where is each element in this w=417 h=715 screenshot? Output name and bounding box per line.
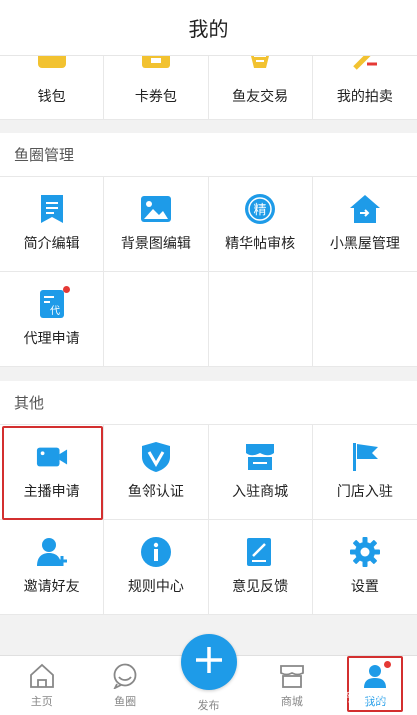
flag-icon	[349, 441, 381, 473]
grid-item-empty	[312, 272, 417, 367]
chat-icon	[111, 662, 139, 690]
house-icon	[349, 193, 381, 225]
grid-item-label: 门店入驻	[336, 483, 393, 499]
tab-label: 发布	[197, 700, 220, 712]
wallet-icon	[36, 56, 68, 74]
grid-item-label: 代理申请	[23, 330, 80, 346]
grid-item-trade[interactable]: 鱼友交易	[208, 56, 313, 120]
streamer-apply-highlight	[2, 426, 103, 520]
grid-item-background-edit[interactable]: 背景图编辑	[104, 177, 209, 272]
essence-icon: 精	[244, 193, 276, 225]
section-circle-management: 鱼圈管理 简介编辑 背景图编辑 精 精华帖审核 小黑屋管理 代 代理申请	[0, 133, 417, 367]
grid-item-feedback[interactable]: 意见反馈	[208, 520, 313, 615]
tab-post[interactable]: 发布	[167, 634, 250, 715]
shop-icon	[278, 662, 306, 690]
grid-item-intro-edit[interactable]: 简介编辑	[0, 177, 105, 272]
grid-item-label: 设置	[350, 578, 379, 594]
tab-label: 商城	[280, 696, 303, 708]
grid-item-agent-apply[interactable]: 代 代理申请	[0, 272, 105, 367]
grid-item-label: 规则中心	[127, 578, 184, 594]
wallet-grid: 钱包 卡券包 鱼友交易 我的拍卖	[0, 56, 417, 120]
grid-item-label: 背景图编辑	[120, 235, 191, 251]
grid-item-empty	[104, 272, 209, 367]
grid-item-label: 我的拍卖	[336, 88, 393, 104]
grid-item-auction[interactable]: 我的拍卖	[312, 56, 417, 120]
grid-item-essence-review[interactable]: 精 精华帖审核	[208, 177, 313, 272]
plus-icon	[194, 645, 224, 680]
info-icon	[140, 536, 172, 568]
grid-item-label: 入驻商城	[232, 483, 289, 499]
watermark: 知乎 @谢鹏	[333, 690, 397, 704]
store-icon	[244, 441, 276, 473]
add-user-icon	[36, 536, 68, 568]
tab-label: 主页	[30, 696, 53, 708]
image-icon	[140, 193, 172, 225]
gear-icon	[349, 536, 381, 568]
page-header: 我的	[0, 0, 417, 56]
grid-item-rules-center[interactable]: 规则中心	[104, 520, 209, 615]
auction-icon	[349, 56, 381, 74]
grid-item-label: 简介编辑	[23, 235, 80, 251]
grid-item-label: 鱼友交易	[232, 88, 289, 104]
grid-item-label: 卡券包	[134, 88, 177, 104]
post-button[interactable]	[180, 634, 237, 690]
grid-item-label: 邀请好友	[23, 578, 80, 594]
management-grid: 简介编辑 背景图编辑 精 精华帖审核 小黑屋管理 代 代理申请	[0, 177, 417, 367]
verify-shield-icon	[140, 441, 172, 473]
home-icon	[28, 662, 56, 690]
notification-badge	[62, 286, 70, 293]
svg-text:代: 代	[50, 305, 60, 317]
tab-circle[interactable]: 鱼圈	[83, 656, 166, 715]
grid-item-settings[interactable]: 设置	[312, 520, 417, 615]
grid-item-coupon[interactable]: 卡券包	[104, 56, 209, 120]
grid-item-join-mall[interactable]: 入驻商城	[208, 425, 313, 520]
tab-label: 鱼圈	[114, 696, 137, 708]
grid-item-blackroom[interactable]: 小黑屋管理	[312, 177, 417, 272]
feedback-icon	[244, 536, 276, 568]
trade-icon	[244, 56, 276, 74]
agent-doc-icon: 代	[36, 286, 70, 320]
coupon-icon	[140, 56, 172, 74]
grid-item-label: 小黑屋管理	[329, 235, 400, 251]
grid-item-label: 鱼邻认证	[127, 483, 184, 499]
grid-item-invite-friends[interactable]: 邀请好友	[0, 520, 105, 615]
page-title: 我的	[188, 19, 229, 41]
grid-item-label: 精华帖审核	[225, 235, 296, 251]
svg-text:精: 精	[254, 203, 267, 218]
section-title: 鱼圈管理	[0, 133, 417, 177]
grid-item-wallet[interactable]: 钱包	[0, 56, 105, 120]
grid-item-empty	[208, 272, 313, 367]
grid-item-neighbor-verify[interactable]: 鱼邻认证	[104, 425, 209, 520]
section-title: 其他	[0, 381, 417, 425]
grid-item-label: 意见反馈	[232, 578, 289, 594]
tab-home[interactable]: 主页	[0, 656, 83, 715]
document-icon	[36, 193, 68, 225]
grid-item-store-join[interactable]: 门店入驻	[312, 425, 417, 520]
tab-mall[interactable]: 商城	[250, 656, 333, 715]
grid-item-label: 钱包	[37, 88, 66, 104]
